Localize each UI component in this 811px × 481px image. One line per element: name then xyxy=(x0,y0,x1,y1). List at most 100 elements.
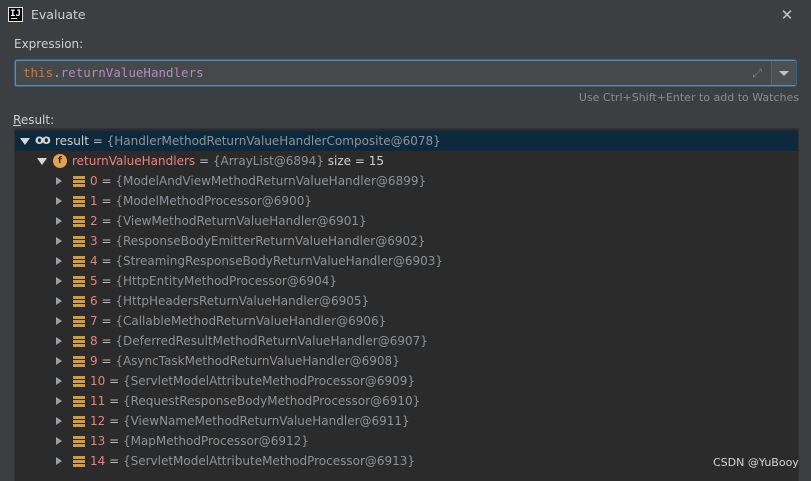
item-index: 12 xyxy=(90,414,106,428)
list-item[interactable]: 3 = {ResponseBodyEmitterReturnValueHandl… xyxy=(15,231,798,251)
list-item[interactable]: 10 = {ServletModelAttributeMethodProcess… xyxy=(15,371,798,391)
result-label-mnemonic: R xyxy=(13,113,21,127)
item-eq: = xyxy=(97,314,116,328)
list-element-icon xyxy=(73,236,85,247)
field-size: size = 15 xyxy=(323,154,384,168)
dropdown-arrow-icon[interactable] xyxy=(772,61,796,85)
item-value: {ModelMethodProcessor@6900} xyxy=(115,194,312,208)
expand-triangle-icon[interactable] xyxy=(53,191,63,211)
list-element-icon xyxy=(73,316,85,327)
window-title: Evaluate xyxy=(31,7,86,22)
title-bar: IJ Evaluate ✕ xyxy=(0,0,811,30)
item-value: {ModelAndViewMethodReturnValueHandler@68… xyxy=(115,174,427,188)
list-item[interactable]: 5 = {HttpEntityMethodProcessor@6904} xyxy=(15,271,798,291)
intellij-app-icon: IJ xyxy=(8,7,23,22)
field-value: {ArrayList@6894} xyxy=(212,154,324,168)
item-index: 3 xyxy=(90,234,98,248)
collapse-triangle-icon[interactable] xyxy=(36,151,47,171)
item-index: 9 xyxy=(90,354,98,368)
item-eq: = xyxy=(97,274,116,288)
list-element-icon xyxy=(73,196,85,207)
list-element-icon xyxy=(73,176,85,187)
expand-triangle-icon[interactable] xyxy=(53,231,63,251)
expand-triangle-icon[interactable] xyxy=(53,331,63,351)
list-item[interactable]: 0 = {ModelAndViewMethodReturnValueHandle… xyxy=(15,171,798,191)
item-index: 6 xyxy=(90,294,98,308)
item-eq: = xyxy=(105,394,123,408)
item-value: {AsyncTaskMethodReturnValueHandler@6908} xyxy=(115,354,400,368)
list-element-icon xyxy=(73,296,85,307)
item-value: {CallableMethodReturnValueHandler@6906} xyxy=(115,314,387,328)
item-value: {ServletModelAttributeMethodProcessor@69… xyxy=(122,374,416,388)
item-eq: = xyxy=(97,214,116,228)
item-value: {ViewMethodReturnValueHandler@6901} xyxy=(115,214,367,228)
watches-hint: Use Ctrl+Shift+Enter to add to Watches xyxy=(578,91,799,104)
item-index: 7 xyxy=(90,314,98,328)
item-index: 14 xyxy=(90,454,106,468)
item-index: 8 xyxy=(90,334,98,348)
item-index: 0 xyxy=(90,174,98,188)
list-element-icon xyxy=(73,216,85,227)
list-item[interactable]: 1 = {ModelMethodProcessor@6900} xyxy=(15,191,798,211)
item-index: 2 xyxy=(90,214,98,228)
item-index: 5 xyxy=(90,274,98,288)
item-value: {HttpEntityMethodProcessor@6904} xyxy=(115,274,338,288)
result-label-rest: esult: xyxy=(20,113,55,127)
item-eq: = xyxy=(105,434,123,448)
list-item[interactable]: 8 = {DeferredResultMethodReturnValueHand… xyxy=(15,331,798,351)
item-eq: = xyxy=(97,294,116,308)
close-icon[interactable]: ✕ xyxy=(777,5,797,25)
field-eq: = xyxy=(195,154,213,168)
expand-triangle-icon[interactable] xyxy=(53,431,63,451)
item-index: 4 xyxy=(90,254,98,268)
expand-triangle-icon[interactable] xyxy=(53,391,63,411)
collapse-triangle-icon[interactable] xyxy=(19,131,30,151)
item-index: 13 xyxy=(90,434,106,448)
expand-triangle-icon[interactable] xyxy=(53,211,63,231)
list-item[interactable]: 11 = {RequestResponseBodyMethodProcessor… xyxy=(15,391,798,411)
item-eq: = xyxy=(105,374,123,388)
item-value: {HttpHeadersReturnValueHandler@6905} xyxy=(115,294,370,308)
list-item[interactable]: 6 = {HttpHeadersReturnValueHandler@6905} xyxy=(15,291,798,311)
list-element-icon xyxy=(73,256,85,267)
item-value: {MapMethodProcessor@6912} xyxy=(122,434,309,448)
list-item[interactable]: 7 = {CallableMethodReturnValueHandler@69… xyxy=(15,311,798,331)
item-eq: = xyxy=(97,194,116,208)
expand-triangle-icon[interactable] xyxy=(53,171,63,191)
expand-icon[interactable]: ⤢ xyxy=(749,66,765,80)
list-item[interactable]: 12 = {ViewNameMethodReturnValueHandler@6… xyxy=(15,411,798,431)
expression-label: Expression: xyxy=(14,37,84,51)
list-element-icon xyxy=(73,276,85,287)
item-value: {ViewNameMethodReturnValueHandler@6911} xyxy=(122,414,410,428)
expand-triangle-icon[interactable] xyxy=(53,251,63,271)
expression-dot: . xyxy=(53,65,61,80)
result-eq: = xyxy=(88,134,107,148)
expression-text[interactable]: this.returnValueHandlers xyxy=(23,65,204,80)
item-eq: = xyxy=(105,414,123,428)
expand-triangle-icon[interactable] xyxy=(53,371,63,391)
expand-triangle-icon[interactable] xyxy=(53,411,63,431)
expand-triangle-icon[interactable] xyxy=(53,291,63,311)
list-item[interactable]: 4 = {StreamingResponseBodyReturnValueHan… xyxy=(15,251,798,271)
expand-triangle-icon[interactable] xyxy=(53,451,63,471)
list-item[interactable]: 9 = {AsyncTaskMethodReturnValueHandler@6… xyxy=(15,351,798,371)
expression-input[interactable]: this.returnValueHandlers ⤢ xyxy=(15,60,796,86)
tree-row-field[interactable]: f returnValueHandlers = {ArrayList@6894}… xyxy=(15,151,798,171)
watermark: CSDN @YuBooy xyxy=(713,456,799,469)
item-value: {DeferredResultMethodReturnValueHandler@… xyxy=(115,334,428,348)
list-element-icon xyxy=(73,436,85,447)
list-item[interactable]: 14 = {ServletModelAttributeMethodProcess… xyxy=(15,451,798,471)
expand-triangle-icon[interactable] xyxy=(53,271,63,291)
list-element-icon xyxy=(73,376,85,387)
expand-triangle-icon[interactable] xyxy=(53,351,63,371)
list-item[interactable]: 2 = {ViewMethodReturnValueHandler@6901} xyxy=(15,211,798,231)
item-value: {StreamingResponseBodyReturnValueHandler… xyxy=(115,254,444,268)
tree-row-result[interactable]: oo result = {HandlerMethodReturnValueHan… xyxy=(15,131,798,151)
list-item[interactable]: 13 = {MapMethodProcessor@6912} xyxy=(15,431,798,451)
item-eq: = xyxy=(97,354,116,368)
item-index: 1 xyxy=(90,194,98,208)
list-element-icon xyxy=(73,416,85,427)
list-element-icon xyxy=(73,356,85,367)
expand-triangle-icon[interactable] xyxy=(53,311,63,331)
result-tree[interactable]: oo result = {HandlerMethodReturnValueHan… xyxy=(14,128,799,481)
